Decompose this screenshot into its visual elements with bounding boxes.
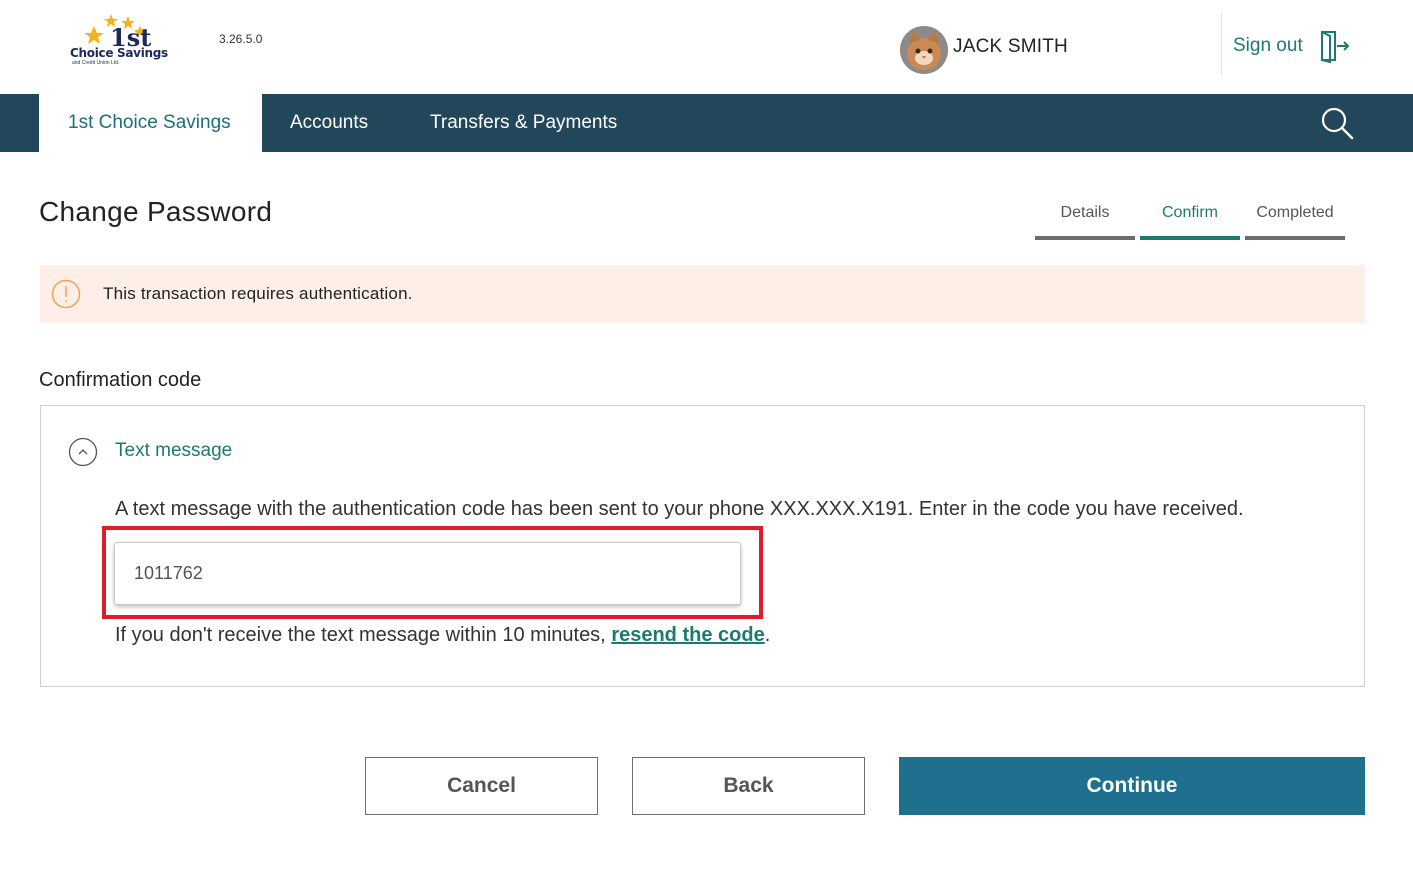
header-divider <box>1221 14 1222 74</box>
search-icon[interactable] <box>1320 106 1354 140</box>
continue-button[interactable]: Continue <box>899 757 1365 815</box>
step-bar <box>1245 236 1345 240</box>
step-bar <box>1035 236 1135 240</box>
logo-text: Choice Savings <box>70 46 168 60</box>
cancel-button[interactable]: Cancel <box>365 757 598 815</box>
confirmation-code-label: Confirmation code <box>39 369 202 391</box>
resend-prefix: If you don't receive the text message wi… <box>115 624 612 646</box>
app-header: 1st Choice Savings and Credit Union Ltd.… <box>0 0 1413 94</box>
step-completed: Completed <box>1245 204 1345 240</box>
step-bar <box>1140 236 1240 240</box>
authentication-alert: This transaction requires authentication… <box>40 265 1365 323</box>
sign-out-icon <box>1320 31 1350 63</box>
page-title: Change Password <box>39 196 273 227</box>
user-avatar[interactable] <box>900 26 948 74</box>
app-version: 3.26.5.0 <box>219 32 263 46</box>
nav-item-accounts[interactable]: Accounts <box>290 94 368 152</box>
back-button[interactable]: Back <box>632 757 865 815</box>
nav-item-home[interactable]: 1st Choice Savings <box>39 94 262 152</box>
step-label: Confirm <box>1161 204 1218 221</box>
main-nav: 1st Choice Savings Accounts Transfers & … <box>0 94 1413 152</box>
alert-text: This transaction requires authentication… <box>103 284 413 303</box>
sms-description: A text message with the authentication c… <box>115 498 1244 520</box>
step-label: Completed <box>1256 204 1334 221</box>
confirmation-code-input[interactable] <box>114 542 741 605</box>
chevron-up-icon[interactable] <box>68 437 98 467</box>
avatar-cat-icon <box>900 26 948 74</box>
step-confirm: Confirm <box>1140 204 1240 240</box>
resend-code-link[interactable]: resend the code <box>611 624 764 646</box>
step-details: Details <box>1035 204 1135 240</box>
sign-out-button[interactable]: Sign out <box>1233 26 1351 66</box>
sign-out-label: Sign out <box>1233 35 1303 56</box>
nav-item-transfers-payments[interactable]: Transfers & Payments <box>430 94 617 152</box>
user-name[interactable]: JACK SMITH <box>953 36 1068 58</box>
step-label: Details <box>1060 204 1110 221</box>
warning-icon <box>51 279 81 309</box>
resend-suffix: . <box>764 624 771 646</box>
logo-subtext: and Credit Union Ltd. <box>72 60 120 66</box>
resend-notice: If you don't receive the text message wi… <box>115 624 770 647</box>
text-message-toggle[interactable]: Text message <box>115 440 232 462</box>
